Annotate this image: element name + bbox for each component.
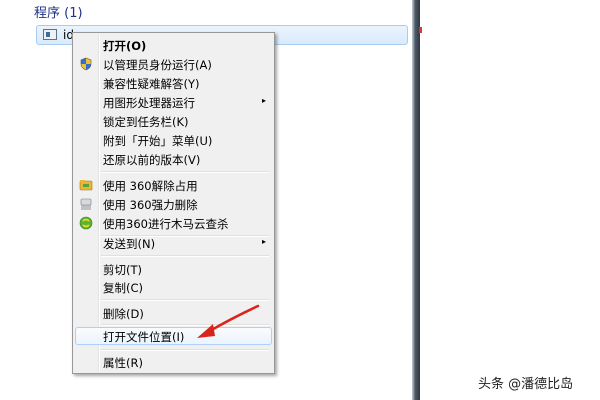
360-scan-icon bbox=[79, 216, 93, 230]
menu-item-360-unlock[interactable]: 使用 360解除占用 bbox=[75, 176, 272, 194]
menu-item-label: 发送到(N) bbox=[103, 237, 156, 251]
menu-item-label: 使用360进行木马云查杀 bbox=[103, 217, 229, 231]
menu-item-run-with-gpu[interactable]: 用图形处理器运行 ▸ bbox=[75, 93, 272, 111]
menu-item-compatibility[interactable]: 兼容性疑难解答(Y) bbox=[75, 74, 272, 92]
menu-item-360-scan[interactable]: 使用360进行木马云查杀 bbox=[75, 214, 272, 232]
application-icon bbox=[43, 29, 57, 40]
menu-item-send-to[interactable]: 发送到(N) ▸ bbox=[75, 234, 272, 252]
menu-item-label: 用图形处理器运行 bbox=[103, 96, 195, 110]
menu-item-pin-start[interactable]: 附到「开始」菜单(U) bbox=[75, 131, 272, 149]
menu-item-label: 使用 360解除占用 bbox=[103, 179, 198, 193]
menu-item-label: 删除(D) bbox=[103, 307, 144, 321]
menu-item-restore-versions[interactable]: 还原以前的版本(V) bbox=[75, 150, 272, 168]
watermark: 头条 @潘德比岛 bbox=[478, 377, 574, 392]
menu-item-label: 还原以前的版本(V) bbox=[103, 153, 201, 167]
context-menu: 打开(O) 以管理员身份运行(A) 兼容性疑难解答(Y) 用图形处理器运行 ▸ … bbox=[72, 32, 275, 374]
360-shred-icon bbox=[80, 198, 92, 210]
window-edge bbox=[412, 0, 420, 400]
menu-separator bbox=[101, 324, 269, 326]
menu-item-pin-taskbar[interactable]: 锁定到任务栏(K) bbox=[75, 112, 272, 130]
menu-separator bbox=[101, 299, 269, 301]
menu-item-run-as-admin[interactable]: 以管理员身份运行(A) bbox=[75, 55, 272, 73]
menu-item-label: 附到「开始」菜单(U) bbox=[103, 134, 213, 148]
menu-item-label: 打开文件位置(I) bbox=[103, 330, 185, 344]
menu-item-label: 复制(C) bbox=[103, 281, 144, 295]
menu-item-delete[interactable]: 删除(D) bbox=[75, 304, 272, 322]
menu-item-open-file-location[interactable]: 打开文件位置(I) bbox=[75, 327, 272, 345]
menu-item-360-shred[interactable]: 使用 360强力删除 bbox=[75, 195, 272, 213]
360-unlock-icon bbox=[79, 180, 93, 191]
menu-item-properties[interactable]: 属性(R) bbox=[75, 353, 272, 371]
menu-separator bbox=[101, 171, 269, 173]
menu-item-label: 使用 360强力删除 bbox=[103, 198, 198, 212]
menu-separator bbox=[101, 255, 269, 257]
submenu-arrow-icon: ▸ bbox=[261, 96, 266, 105]
menu-item-label: 锁定到任务栏(K) bbox=[103, 115, 189, 129]
edge-marker bbox=[419, 27, 422, 33]
menu-separator bbox=[101, 349, 269, 351]
menu-item-label: 属性(R) bbox=[103, 356, 143, 370]
menu-item-copy[interactable]: 复制(C) bbox=[75, 278, 272, 296]
menu-item-cut[interactable]: 剪切(T) bbox=[75, 260, 272, 278]
menu-item-label: 兼容性疑难解答(Y) bbox=[103, 77, 200, 91]
menu-item-label: 以管理员身份运行(A) bbox=[103, 58, 212, 72]
submenu-arrow-icon: ▸ bbox=[261, 237, 266, 246]
programs-section-title: 程序 (1) bbox=[34, 6, 83, 21]
menu-item-label: 剪切(T) bbox=[103, 263, 142, 277]
menu-item-label: 打开(O) bbox=[103, 39, 147, 53]
menu-item-open[interactable]: 打开(O) bbox=[75, 36, 272, 54]
uac-shield-icon bbox=[80, 57, 92, 71]
